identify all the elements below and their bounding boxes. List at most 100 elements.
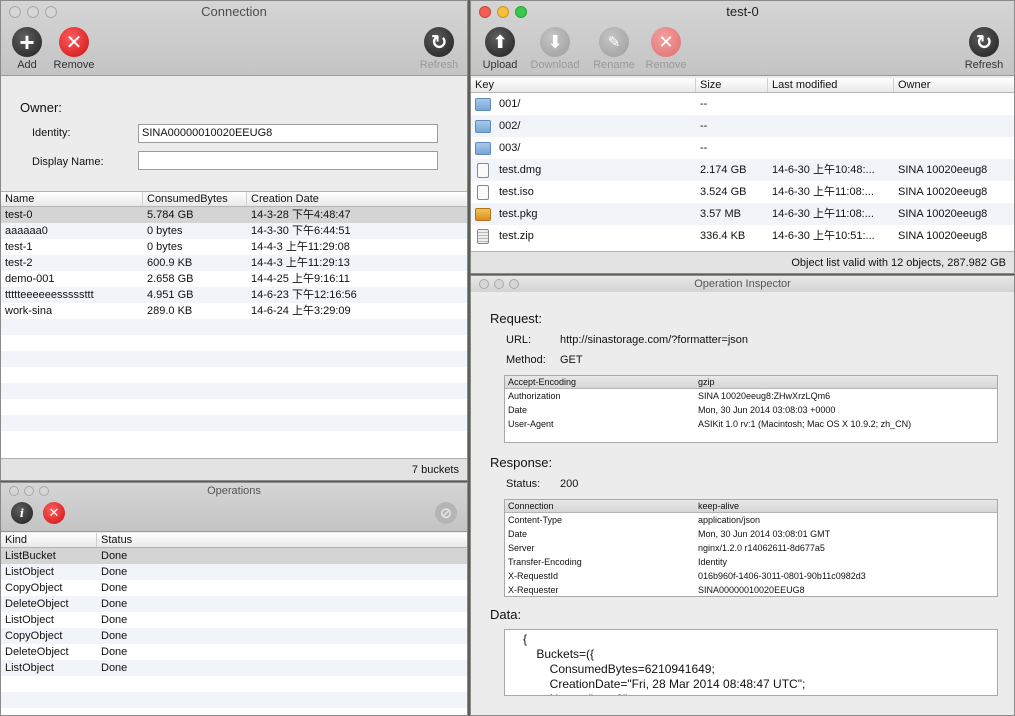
table-row[interactable]: 003/ -- bbox=[471, 137, 1014, 159]
pencil-icon: ✎ bbox=[599, 27, 629, 57]
window-controls bbox=[479, 279, 519, 289]
zoom-window-button[interactable] bbox=[515, 6, 527, 18]
header-key: Date bbox=[508, 529, 528, 539]
bucket-name: aaaaaa0 bbox=[5, 225, 48, 237]
operation-status: Done bbox=[101, 630, 128, 642]
table-row[interactable]: Date Mon, 30 Jun 2014 03:08:01 GMT bbox=[505, 527, 997, 541]
table-row[interactable]: test.pkg 3.57 MB 14-6-30 上午11:08:... SINA 1… bbox=[471, 203, 1014, 225]
table-row[interactable]: ttttteeeeeesssssttt 4.951 GB 14-6-23 下午12:… bbox=[1, 287, 467, 303]
display-name-field[interactable] bbox=[138, 151, 438, 170]
minimize-window-button[interactable] bbox=[494, 279, 504, 289]
refresh-label: Refresh bbox=[419, 59, 459, 71]
table-row[interactable]: demo-001 2.658 GB 14-4-25 上午9:16:11 bbox=[1, 271, 467, 287]
bucket-name: ttttteeeeeesssssttt bbox=[5, 289, 94, 301]
cancel-operation-icon[interactable]: ✕ bbox=[43, 502, 65, 524]
table-row[interactable]: test.iso 3.524 GB 14-6-30 上午11:08:... SINA … bbox=[471, 181, 1014, 203]
zoom-window-button[interactable] bbox=[39, 486, 49, 496]
table-row[interactable]: Transfer-Encoding Identity bbox=[505, 555, 997, 569]
object-size: -- bbox=[700, 98, 708, 110]
close-window-button[interactable] bbox=[479, 6, 491, 18]
header-key: User-Agent bbox=[508, 419, 554, 429]
object-owner: SINA 10020eeug8 bbox=[898, 186, 988, 198]
column-last-modified[interactable]: Last modified bbox=[768, 78, 894, 92]
close-window-button[interactable] bbox=[9, 486, 19, 496]
table-row[interactable]: DeleteObject Done bbox=[1, 644, 467, 660]
table-row[interactable]: User-Agent ASIKit 1.0 rv:1 (Macintosh; Ma… bbox=[505, 417, 997, 431]
connection-toolbar-area: Connection + Add ✕ Remove ↻ Refresh bbox=[1, 1, 467, 76]
table-row[interactable]: test.dmg 2.174 GB 14-6-30 上午10:48:... SINA … bbox=[471, 159, 1014, 181]
column-name[interactable]: Name bbox=[1, 192, 143, 206]
bucket-name: test-0 bbox=[5, 209, 33, 221]
inspector-titlebar: Operation Inspector bbox=[471, 276, 1014, 292]
empty-row bbox=[1, 415, 467, 431]
remove-object-button[interactable]: ✕ Remove bbox=[638, 27, 694, 71]
zoom-window-button[interactable] bbox=[45, 6, 57, 18]
refresh-button[interactable]: ↻ Refresh bbox=[956, 27, 1012, 71]
table-row[interactable]: test-2 600.9 KB 14-4-3 上午11:29:13 bbox=[1, 255, 467, 271]
header-value: SINA00000010020EEUG8 bbox=[698, 585, 805, 595]
table-row[interactable]: X-Requester SINA00000010020EEUG8 bbox=[505, 583, 997, 597]
table-row[interactable]: DeleteObject Done bbox=[1, 596, 467, 612]
buckets-table-body: test-0 5.784 GB 14-3-28 下午4:48:47 aaaaaa0 0… bbox=[1, 207, 467, 447]
table-row[interactable]: ListBucket Done bbox=[1, 548, 467, 564]
close-window-button[interactable] bbox=[479, 279, 489, 289]
table-row[interactable]: Content-Type application/json bbox=[505, 513, 997, 527]
upload-button[interactable]: ⬆ Upload bbox=[472, 27, 528, 71]
rename-button[interactable]: ✎ Rename bbox=[586, 27, 642, 71]
connection-window: Connection + Add ✕ Remove ↻ Refresh Owne… bbox=[0, 0, 468, 481]
bucket-toolbar-area: test-0 ⬆ Upload ⬇ Download ✎ Rename ✕ Re… bbox=[471, 1, 1014, 76]
header-value: gzip bbox=[698, 377, 715, 387]
objects-status: Object list valid with 12 objects, 287.9… bbox=[471, 251, 1014, 273]
table-row[interactable]: Accept-Encoding gzip bbox=[505, 376, 997, 389]
table-row[interactable]: test-0 5.784 GB 14-3-28 下午4:48:47 bbox=[1, 207, 467, 223]
object-modified bbox=[768, 137, 894, 159]
response-data-text[interactable]: { Buckets=({ ConsumedBytes=6210941649; C… bbox=[504, 629, 998, 696]
table-row[interactable]: 001/ -- bbox=[471, 93, 1014, 115]
column-size[interactable]: Size bbox=[696, 78, 768, 92]
column-consumed-bytes[interactable]: ConsumedBytes bbox=[143, 192, 247, 206]
identity-field[interactable]: SINA00000010020EEUG8 bbox=[138, 124, 438, 143]
header-key: X-RequestId bbox=[508, 571, 559, 581]
object-owner bbox=[894, 93, 898, 115]
info-icon[interactable]: i bbox=[11, 502, 33, 524]
header-value: Mon, 30 Jun 2014 03:08:03 +0000 bbox=[698, 405, 836, 415]
table-row[interactable]: X-RequestId 016b960f-1406-3011-0801-90b11… bbox=[505, 569, 997, 583]
download-button[interactable]: ⬇ Download bbox=[527, 27, 583, 71]
column-owner[interactable]: Owner bbox=[894, 78, 1014, 92]
table-row[interactable]: 002/ -- bbox=[471, 115, 1014, 137]
upload-label: Upload bbox=[482, 59, 518, 71]
table-row[interactable]: CopyObject Done bbox=[1, 580, 467, 596]
table-row[interactable]: ListObject Done bbox=[1, 660, 467, 676]
refresh-button[interactable]: ↻ Refresh bbox=[411, 27, 467, 71]
table-row[interactable]: Authorization SINA 10020eeug8:ZHwXrzLQm6 bbox=[505, 389, 997, 403]
table-row[interactable]: Connection keep-alive bbox=[505, 500, 997, 513]
close-window-button[interactable] bbox=[9, 6, 21, 18]
table-row[interactable]: CopyObject Done bbox=[1, 628, 467, 644]
window-title: Connection bbox=[201, 4, 267, 19]
remove-button[interactable]: ✕ Remove bbox=[46, 27, 102, 71]
table-row[interactable]: test-1 0 bytes 14-4-3 上午11:29:08 bbox=[1, 239, 467, 255]
empty-row bbox=[1, 399, 467, 415]
method-value: GET bbox=[560, 354, 583, 366]
column-key[interactable]: Key bbox=[471, 78, 696, 92]
table-row[interactable]: ListObject Done bbox=[1, 564, 467, 580]
minimize-window-button[interactable] bbox=[27, 6, 39, 18]
column-creation-date[interactable]: Creation Date bbox=[247, 192, 467, 206]
table-row[interactable]: test.zip 336.4 KB 14-6-30 上午10:51:... SINA … bbox=[471, 225, 1014, 247]
download-label: Download bbox=[530, 59, 580, 71]
stop-icon[interactable]: ⊘ bbox=[435, 502, 457, 524]
header-value: keep-alive bbox=[698, 501, 740, 511]
operation-kind: DeleteObject bbox=[5, 598, 69, 610]
minimize-window-button[interactable] bbox=[497, 6, 509, 18]
remove-x-icon: ✕ bbox=[651, 27, 681, 57]
table-row[interactable]: ListObject Done bbox=[1, 612, 467, 628]
table-row[interactable]: aaaaaa0 0 bytes 14-3-30 下午6:44:51 bbox=[1, 223, 467, 239]
minimize-window-button[interactable] bbox=[24, 486, 34, 496]
column-kind[interactable]: Kind bbox=[1, 533, 97, 547]
table-row[interactable]: work-sina 289.0 KB 14-6-24 上午3:29:09 bbox=[1, 303, 467, 319]
zoom-window-button[interactable] bbox=[509, 279, 519, 289]
column-status[interactable]: Status bbox=[97, 533, 467, 547]
table-row[interactable]: Date Mon, 30 Jun 2014 03:08:03 +0000 bbox=[505, 403, 997, 417]
document-icon bbox=[477, 184, 489, 200]
table-row[interactable]: Server nginx/1.2.0 r14062611-8d677a5 bbox=[505, 541, 997, 555]
